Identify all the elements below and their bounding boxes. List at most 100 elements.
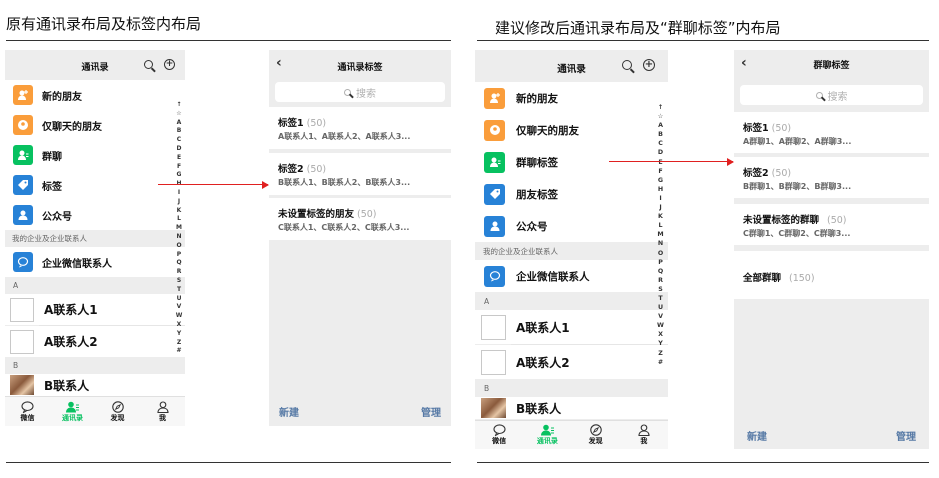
row-group-chats[interactable]: 群聊	[5, 140, 185, 170]
row-enterprise-contacts[interactable]: 企业微信联系人	[475, 260, 668, 292]
contact-row[interactable]: A联系人2	[5, 326, 185, 357]
group-tags-footer: 新建 管理	[734, 428, 929, 443]
tab-chats[interactable]: 微信	[5, 397, 50, 426]
chat-bubble-icon	[21, 400, 34, 413]
row-official-accounts[interactable]: 公众号	[5, 200, 185, 230]
tag-count: (150)	[789, 273, 815, 284]
contact-name: A联系人2	[516, 355, 570, 370]
avatar	[10, 297, 34, 322]
search-input[interactable]: 搜索	[275, 82, 445, 102]
chat-only-icon	[484, 119, 505, 141]
page-title: 通讯录标签	[337, 63, 383, 73]
tab-me[interactable]: 我	[620, 421, 668, 449]
tab-discover[interactable]: 发现	[95, 397, 140, 426]
tag-card[interactable]: 标签1 (50) A群聊1、A群聊2、A群聊3...	[734, 112, 929, 153]
alphabet-index[interactable]: ↑☆ABCDEFGHIJKLMNOPQRSTUVWXYZ#	[175, 102, 183, 357]
row-chat-only-friends[interactable]: 仅聊天的朋友	[475, 114, 668, 146]
tab-label: 发现	[588, 437, 603, 445]
row-label: 新的朋友	[42, 91, 82, 103]
row-chat-only-friends[interactable]: 仅聊天的朋友	[5, 110, 185, 140]
section-header-b: B	[13, 361, 19, 370]
tag-count: (50)	[771, 168, 792, 179]
tab-label: 通讯录	[62, 413, 83, 422]
plus-circle-icon[interactable]: +	[164, 59, 175, 70]
tag-members: A联系人1、A联系人2、A联系人3...	[278, 132, 411, 141]
new-tag-button[interactable]: 新建	[747, 428, 767, 443]
search-input[interactable]: 搜索	[740, 85, 923, 105]
tab-chats[interactable]: 微信	[475, 421, 523, 449]
row-new-friends[interactable]: 新的朋友	[5, 80, 185, 110]
contact-row[interactable]: B联系人	[475, 397, 668, 419]
bottom-rule-left	[6, 462, 451, 463]
group-tag-icon	[484, 151, 505, 173]
new-tag-button[interactable]: 新建	[279, 404, 299, 419]
contacts-header: 通讯录 +	[5, 50, 185, 80]
chat-only-icon	[13, 115, 33, 135]
tag-card[interactable]: 未设置标签的群聊 (50) C群聊1、C群聊2、C群聊3...	[734, 204, 929, 245]
tag-name: 标签1	[743, 123, 769, 134]
tab-discover[interactable]: 发现	[572, 421, 620, 449]
row-label: 企业微信联系人	[516, 270, 590, 283]
row-label: 企业微信联系人	[42, 258, 112, 270]
all-groups-card[interactable]: 全部群聊 (150)	[734, 251, 929, 299]
avatar	[481, 398, 506, 418]
tag-members: A群聊1、A群聊2、A群聊3...	[743, 137, 852, 146]
row-new-friends[interactable]: 新的朋友	[475, 82, 668, 114]
group-chat-icon	[13, 145, 33, 165]
row-label: 公众号	[42, 211, 72, 223]
row-enterprise-contacts[interactable]: 企业微信联系人	[5, 247, 185, 277]
search-icon[interactable]	[622, 60, 632, 70]
manage-tags-button[interactable]: 管理	[896, 428, 916, 443]
enterprise-chat-icon	[484, 265, 505, 287]
compass-icon	[589, 424, 602, 436]
tab-me[interactable]: 我	[140, 397, 185, 426]
avatar	[481, 349, 506, 375]
group-tags-screen: ‹ 群聊标签 搜索 标签1 (50) A群聊1、A群聊2、A群聊3... 标签2(…	[734, 50, 929, 449]
tag-card[interactable]: 标签2 (50) B联系人1、B联系人2、B联系人3...	[269, 153, 451, 195]
contact-row[interactable]: A联系人1	[475, 310, 668, 344]
row-friend-tags[interactable]: 朋友标签	[475, 178, 668, 210]
tags-header: ‹ 通讯录标签	[269, 50, 451, 80]
arrow-tags-to-tag-screen	[158, 179, 269, 190]
row-label: 标签	[42, 181, 62, 193]
top-rule-left	[6, 40, 451, 41]
section-header-enterprise: 我的企业及企业联系人	[483, 246, 558, 256]
contact-name: A联系人1	[44, 303, 98, 317]
plus-circle-icon[interactable]: +	[643, 59, 655, 71]
official-account-icon	[484, 215, 505, 237]
contact-row[interactable]: A联系人1	[5, 294, 185, 325]
tag-card[interactable]: 标签2 (50) B群聊1、B群聊2、B群聊3...	[734, 157, 929, 198]
tab-label: 通讯录	[536, 437, 558, 445]
add-friend-icon	[484, 87, 505, 109]
row-label: 新的朋友	[516, 92, 558, 105]
search-placeholder: 搜索	[356, 88, 376, 100]
tab-contacts[interactable]: 通讯录	[50, 397, 95, 426]
tag-count: (50)	[771, 123, 792, 134]
search-icon[interactable]	[144, 60, 153, 69]
contacts-icon	[540, 424, 554, 436]
row-label: 群聊	[42, 151, 62, 163]
contact-row[interactable]: B联系人	[5, 374, 185, 396]
tab-contacts[interactable]: 通讯录	[523, 421, 571, 449]
alphabet-index[interactable]: ↑☆ABCDEFGHIJKLMNOPQRSTUVWXYZ#	[656, 104, 665, 369]
section-header-a: A	[13, 281, 19, 290]
section-header-a: A	[484, 296, 490, 306]
alphabet-letter[interactable]: #	[176, 348, 181, 357]
row-official-accounts[interactable]: 公众号	[475, 210, 668, 242]
row-label: 公众号	[516, 220, 548, 233]
section-header-b: B	[484, 383, 490, 393]
tag-card[interactable]: 标签1 (50) A联系人1、A联系人2、A联系人3...	[269, 107, 451, 149]
contact-row[interactable]: A联系人2	[475, 345, 668, 379]
tag-name: 未设置标签的群聊	[743, 215, 820, 226]
tab-bar: 微信 通讯录 发现 我	[5, 396, 185, 426]
tag-card[interactable]: 未设置标签的朋友 (50) C联系人1、C联系人2、C联系人3...	[269, 198, 451, 240]
manage-tags-button[interactable]: 管理	[421, 404, 441, 419]
enterprise-chat-icon	[13, 252, 33, 272]
tag-members: C群聊1、C群聊2、C群聊3...	[743, 229, 851, 238]
tab-label: 微信	[20, 413, 35, 422]
person-icon	[156, 400, 169, 413]
tag-members: C联系人1、C联系人2、C联系人3...	[278, 223, 410, 232]
row-label: 仅聊天的朋友	[516, 124, 579, 137]
alphabet-letter[interactable]: #	[658, 359, 663, 369]
chat-bubble-icon	[493, 424, 506, 436]
